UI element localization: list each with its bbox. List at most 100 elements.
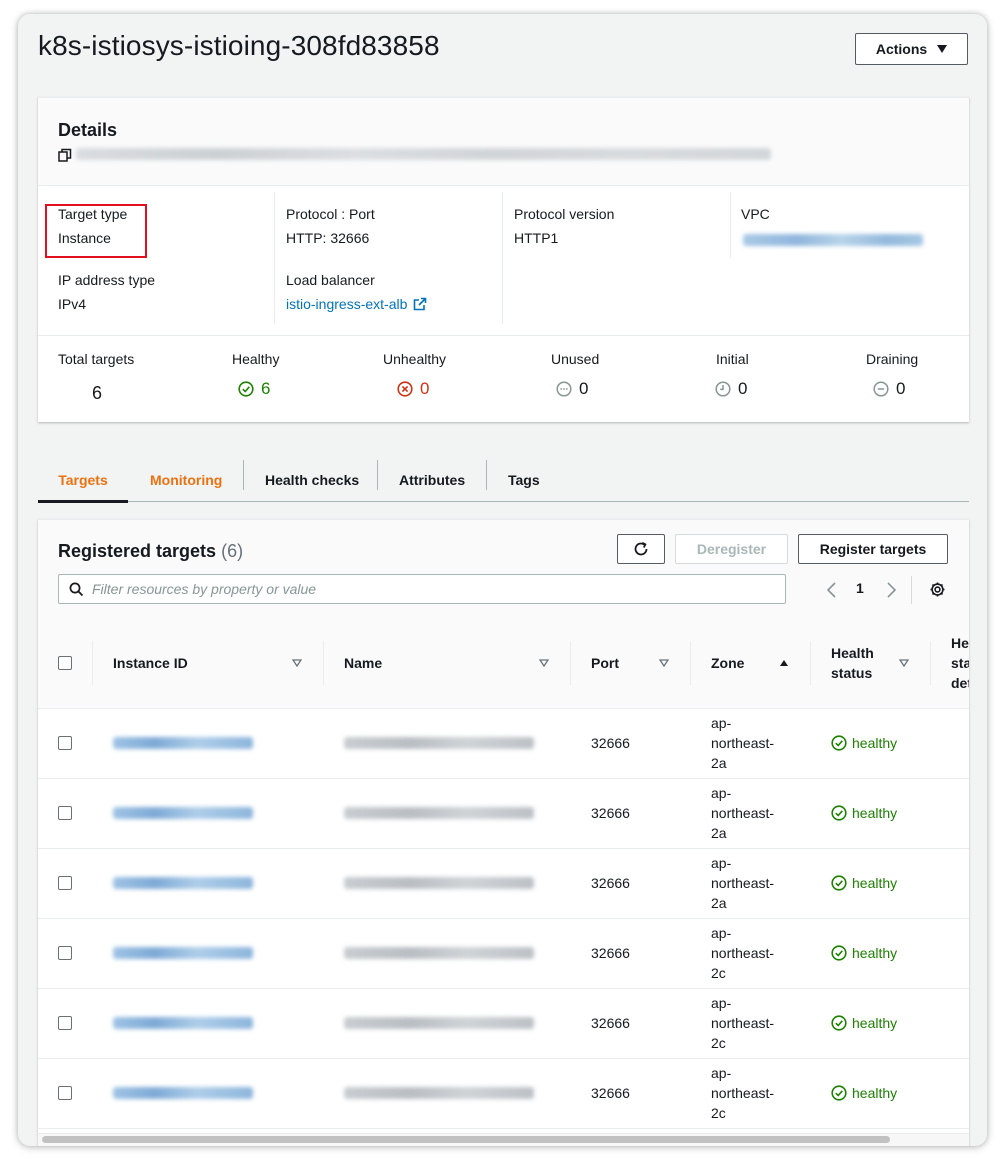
sort-ascending-icon [780, 660, 788, 667]
instance-id-link-redacted[interactable] [113, 1087, 253, 1099]
vpc-link-redacted[interactable] [743, 234, 923, 246]
next-page-icon[interactable] [884, 581, 898, 599]
zone-cell: ap- northeast- 2a [691, 848, 811, 919]
details-grid: Target type Instance IP address type IPv… [38, 186, 969, 335]
tab-health-checks[interactable]: Health checks [265, 458, 359, 501]
healthy-number: 6 [261, 379, 271, 398]
instance-id-link-redacted[interactable] [113, 877, 253, 889]
health-details-cell [931, 778, 969, 849]
horizontal-scrollbar-track[interactable] [38, 1133, 969, 1146]
tab-targets[interactable]: Targets [38, 458, 128, 503]
sort-icon [899, 659, 909, 668]
port-cell: 32666 [571, 848, 691, 919]
zone-cell: ap- northeast- 2a [691, 708, 811, 779]
instance-name-redacted [344, 807, 534, 819]
previous-page-icon[interactable] [825, 581, 839, 599]
table-row[interactable]: 32666 ap- northeast- 2c healthy [38, 918, 969, 989]
row-select-cell [38, 918, 93, 989]
actions-button[interactable]: Actions [855, 33, 968, 65]
load-balancer-link[interactable]: istio-ingress-ext-alb [286, 296, 427, 312]
check-circle-icon [831, 735, 847, 751]
column-port[interactable]: Port [571, 619, 691, 709]
unhealthy-value: 0 [397, 379, 429, 399]
health-status: healthy [831, 945, 931, 961]
column-health-status-label: Health status [831, 645, 874, 682]
horizontal-scrollbar-thumb[interactable] [42, 1136, 890, 1143]
pager-divider [911, 576, 912, 604]
column-zone[interactable]: Zone [691, 619, 811, 709]
table-row[interactable]: 32666 ap- northeast- 2c healthy [38, 1058, 969, 1129]
deregister-button[interactable]: Deregister [675, 534, 788, 564]
port-cell: 32666 [571, 1058, 691, 1129]
column-health-status-details[interactable]: Health status details [931, 619, 969, 709]
details-col-1: Target type Instance IP address type IPv… [38, 192, 274, 324]
copy-icon[interactable] [58, 148, 72, 162]
port-cell: 32666 [571, 988, 691, 1059]
check-circle-icon [831, 1015, 847, 1031]
row-checkbox[interactable] [58, 1016, 72, 1030]
registered-targets-panel: Registered targets (6) Deregister Regist… [38, 519, 969, 1146]
instance-id-link-redacted[interactable] [113, 947, 253, 959]
tab-tags[interactable]: Tags [508, 458, 540, 501]
gear-icon[interactable] [929, 581, 946, 598]
row-checkbox[interactable] [58, 946, 72, 960]
instance-id-link-redacted[interactable] [113, 1017, 253, 1029]
table-row[interactable]: 32666 ap- northeast- 2c healthy [38, 988, 969, 1059]
ip-address-type-label: IP address type [58, 272, 156, 288]
zone-cell: ap- northeast- 2c [691, 988, 811, 1059]
row-select-cell [38, 848, 93, 919]
ip-address-type-value: IPv4 [58, 296, 87, 312]
register-targets-button[interactable]: Register targets [798, 534, 948, 564]
zone-line: ap- [711, 925, 732, 941]
filter-input[interactable] [92, 581, 752, 597]
table-row[interactable]: 32666 ap- northeast- 2a healthy [38, 778, 969, 849]
row-checkbox[interactable] [58, 1086, 72, 1100]
zone-line: ap- [711, 995, 732, 1011]
zone-line: 2c [711, 1035, 726, 1051]
targets-table: Instance ID Name Port Zone Health status… [38, 619, 969, 1129]
unused-number: 0 [579, 379, 589, 398]
health-status-text: healthy [852, 945, 898, 961]
table-row[interactable]: 32666 ap- northeast- 2a healthy [38, 708, 969, 779]
actions-label: Actions [875, 41, 928, 57]
check-circle-icon [238, 381, 254, 397]
refresh-button[interactable] [617, 534, 665, 564]
load-balancer-label: Load balancer [286, 272, 375, 288]
column-name[interactable]: Name [324, 619, 571, 709]
name-cell [324, 778, 571, 849]
port-value: 32666 [591, 1085, 630, 1101]
check-circle-icon [831, 1085, 847, 1101]
select-all-checkbox[interactable] [58, 656, 72, 671]
zone-line: 2a [711, 895, 727, 911]
health-details-cell [931, 708, 969, 779]
row-checkbox[interactable] [58, 736, 72, 750]
instance-id-cell [93, 988, 324, 1059]
zone-line: northeast- [711, 1015, 775, 1031]
row-checkbox[interactable] [58, 806, 72, 820]
column-instance-id[interactable]: Instance ID [93, 619, 324, 709]
column-health-status[interactable]: Health status [811, 619, 931, 709]
instance-name-redacted [344, 737, 534, 749]
tab-attributes[interactable]: Attributes [399, 458, 465, 501]
zone-line: 2a [711, 755, 727, 771]
protocol-port-value: HTTP: 32666 [286, 230, 370, 246]
page-number[interactable]: 1 [856, 580, 864, 596]
check-circle-icon [831, 945, 847, 961]
row-select-cell [38, 778, 93, 849]
health-status-cell: healthy [811, 988, 931, 1059]
port-cell: 32666 [571, 778, 691, 849]
instance-name-redacted [344, 1087, 534, 1099]
table-row[interactable]: 32666 ap- northeast- 2a healthy [38, 848, 969, 919]
external-link-icon [414, 297, 427, 311]
sort-icon [539, 659, 549, 668]
dots-circle-icon [556, 381, 572, 397]
protocol-port-label: Protocol : Port [286, 206, 375, 222]
row-checkbox[interactable] [58, 876, 72, 890]
zone-line: northeast- [711, 805, 775, 821]
tab-monitoring[interactable]: Monitoring [150, 458, 222, 501]
protocol-version-value: HTTP1 [514, 230, 559, 246]
instance-id-link-redacted[interactable] [113, 807, 253, 819]
unhealthy-label: Unhealthy [383, 351, 447, 367]
healthy-value: 6 [238, 379, 270, 399]
instance-id-link-redacted[interactable] [113, 737, 253, 749]
